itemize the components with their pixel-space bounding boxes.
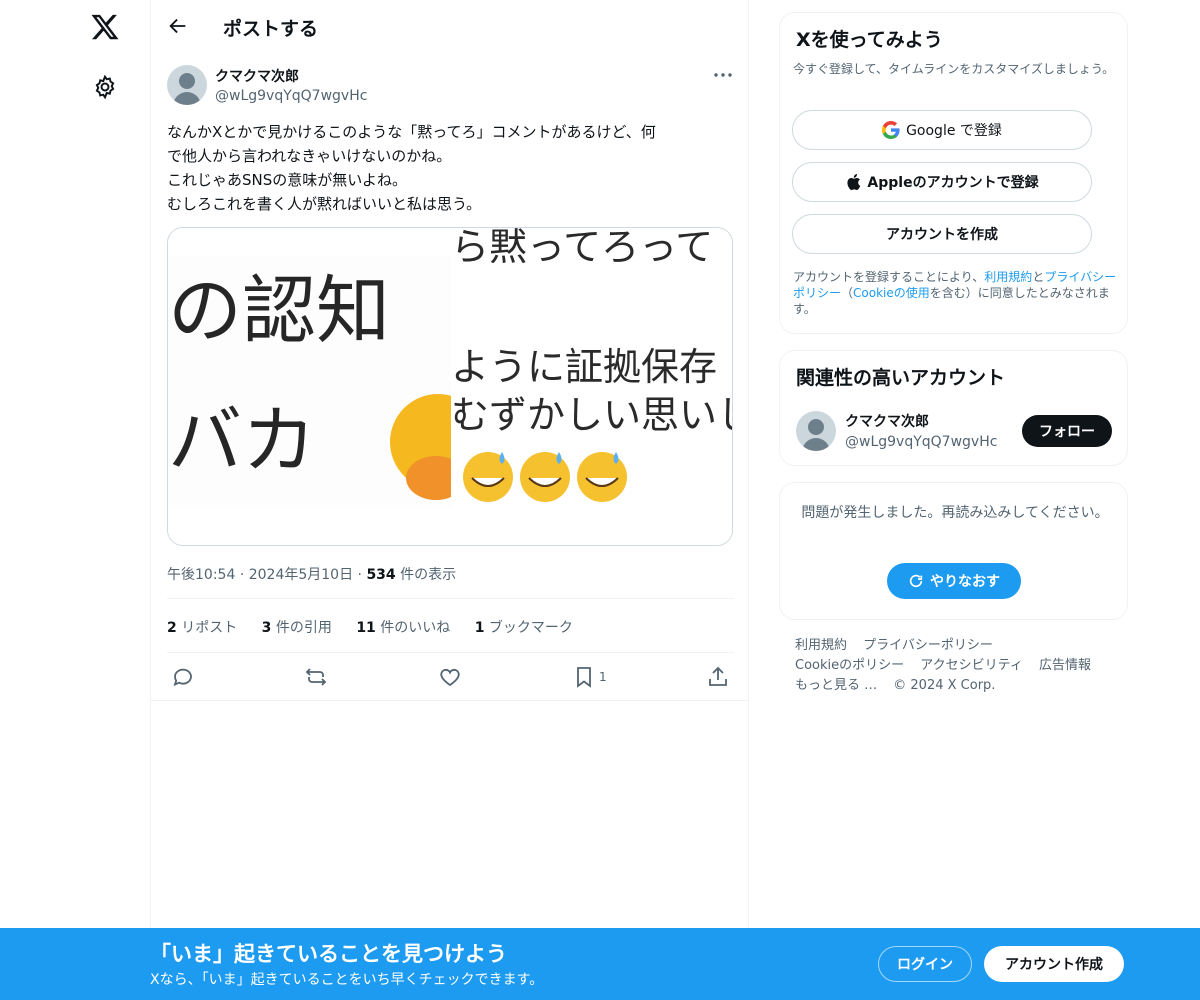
media-left-line2: バカ [168,398,316,484]
cookie-link[interactable]: Cookieの使用 [853,286,930,300]
footer-links: 利用規約 プライバシーポリシー Cookieのポリシー アクセシビリティ 広告情… [795,636,1115,696]
legal-text: アカウントを登録することにより、 [793,270,985,284]
main-column: ポストする クマクマ次郎 @wLg9vqYqQ7wgvHc なんかXとかで見かけ… [150,0,750,1000]
bookmark-action-count: 1 [599,670,607,684]
media-right-line2: ように証拠保存 [451,345,717,389]
related-account-handle[interactable]: @wLg9vqYqQ7wgvHc [845,434,997,450]
create-account-button[interactable]: アカウントを作成 [792,214,1092,254]
repost-icon[interactable] [304,664,328,690]
terms-link[interactable]: 利用規約 [984,270,1032,284]
media-left-line1: の認知 [168,268,390,354]
footer-terms-link[interactable]: 利用規約 [795,638,847,653]
post-media-image: の認知 バカ ら黙ってろって ように証拠保存 むずかしい思いし [168,228,733,545]
footer-more-link[interactable]: もっと見る … [795,678,877,693]
post-text-line: むしろこれを書く人が黙ればいいと私は思う。 [167,195,482,213]
google-icon [882,121,900,139]
google-signup-label: Google で登録 [906,123,1002,139]
footer-cookie-link[interactable]: Cookieのポリシー [795,658,904,673]
heart-icon[interactable] [438,664,462,690]
gear-icon[interactable] [92,74,118,100]
left-rail [0,0,150,1000]
retry-label: やりなおす [930,574,1000,590]
meta-dot: · [239,567,245,583]
related-title: 関連性の高いアカウント [796,367,1006,389]
create-account-label: アカウントを作成 [886,227,998,243]
post-time[interactable]: 午後10:54 [167,567,235,583]
back-arrow-icon[interactable] [167,15,189,37]
bookmark-stat: 1 ブックマーク [474,620,573,636]
sweat-smile-emoji-row [463,452,627,502]
error-message: 問題が発生しました。再読み込みしてください。 [801,505,1109,521]
more-dots-icon[interactable] [711,64,735,86]
apple-signup-button[interactable]: Appleのアカウントで登録 [792,162,1092,202]
post-text: なんかXとかで見かけるこのような「黙ってろ」コメントがあるけど、何 で他人から言… [167,120,733,216]
error-card: 問題が発生しました。再読み込みしてください。 やりなおす [779,482,1128,620]
media-right-line3: むずかしい思いし [451,393,733,437]
meta-dot: · [357,567,362,583]
footer-accessibility-link[interactable]: アクセシビリティ [920,658,1023,673]
signup-title: Xを使ってみよう [796,29,943,51]
reply-icon[interactable] [171,664,195,690]
post-meta: 午後10:54 · 2024年5月10日 · 534 件の表示 [167,564,456,584]
post-date[interactable]: 2024年5月10日 [249,567,353,583]
post-text-line: これじゃあSNSの意味が無いよね。 [167,171,407,189]
apple-icon [847,174,861,190]
footer-copyright: © 2024 X Corp. [893,678,996,693]
x-logo-icon[interactable] [90,12,120,42]
divider [167,598,734,599]
post-author-handle[interactable]: @wLg9vqYqQ7wgvHc [215,88,367,104]
google-signup-button[interactable]: Google で登録 [792,110,1092,150]
signup-subtitle: 今すぐ登録して、タイムラインをカスタマイズしましょう。 [793,62,1115,76]
repost-stat[interactable]: 2 リポスト [167,620,237,636]
related-account-name[interactable]: クマクマ次郎 [845,411,929,431]
view-count: 534 [366,567,396,583]
share-icon[interactable] [706,664,730,690]
view-label: 件の表示 [400,567,457,583]
follow-button[interactable]: フォロー [1022,415,1112,447]
post-text-line: なんかXとかで見かけるこのような「黙ってろ」コメントがあるけど、何 [167,123,656,141]
page-header: ポストする [151,0,750,54]
quote-stat[interactable]: 3 件の引用 [262,620,332,636]
bookmark-icon[interactable] [572,664,596,690]
signup-button[interactable]: アカウント作成 [984,946,1124,982]
signup-legal: アカウントを登録することにより、利用規約とプライバシーポリシー（Cookieの使… [793,269,1123,317]
like-stat[interactable]: 11 件のいいね [356,620,450,636]
signup-banner: 「いま」起きていることを見つけよう Xなら、「いま」起きていることをいち早くチェ… [0,928,1200,1000]
divider [167,652,734,653]
banner-subtitle: Xなら、「いま」起きていることをいち早くチェックできます。 [150,972,544,988]
refresh-icon [909,574,923,588]
post-stats: 2 リポスト 3 件の引用 11 件のいいね 1 ブックマーク [167,617,593,637]
related-accounts-card: 関連性の高いアカウント クマクマ次郎 @wLg9vqYqQ7wgvHc フォロー [779,350,1128,466]
media-right-line1: ら黙ってろって [451,228,713,269]
footer-privacy-link[interactable]: プライバシーポリシー [863,638,993,653]
footer-ads-link[interactable]: 広告情報 [1039,658,1091,673]
legal-text: （ [841,286,854,300]
retry-button[interactable]: やりなおす [887,563,1021,599]
divider [151,700,750,701]
login-button[interactable]: ログイン [878,946,972,982]
apple-signup-label: Appleのアカウントで登録 [867,175,1039,191]
page-title: ポストする [223,18,319,40]
post-author-name[interactable]: クマクマ次郎 [215,66,299,86]
banner-title: 「いま」起きていることを見つけよう [150,942,507,966]
post-text-line: で他人から言われなきゃいけないのかね。 [167,147,452,165]
avatar[interactable] [796,411,836,451]
post-media[interactable]: の認知 バカ ら黙ってろって ように証拠保存 むずかしい思いし [167,227,733,546]
post-actions: 1 [151,664,750,692]
avatar[interactable] [167,65,207,105]
legal-text: と [1032,270,1045,284]
signup-card: Xを使ってみよう 今すぐ登録して、タイムラインをカスタマイズしましょう。 Goo… [779,12,1128,334]
